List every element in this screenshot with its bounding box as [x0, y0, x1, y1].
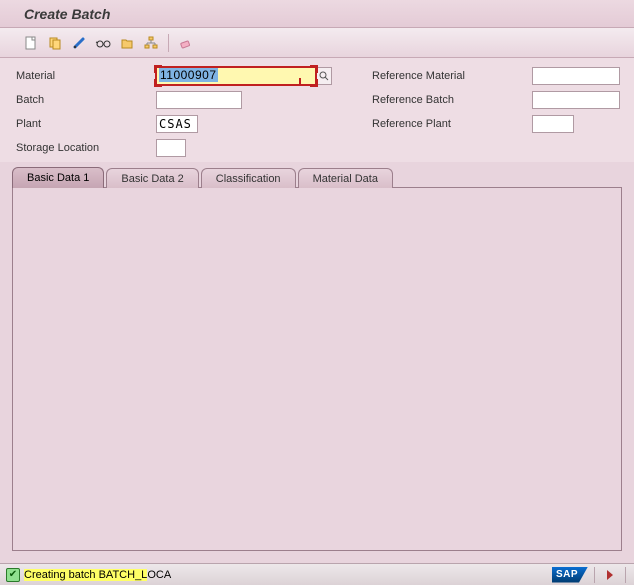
ref-material-label: Reference Material: [372, 70, 532, 82]
status-message: Creating batch BATCH_LOCA: [24, 569, 171, 581]
material-input[interactable]: 11000907: [156, 67, 316, 85]
sap-logo-text: SAP: [552, 567, 588, 583]
material-field-wrap: 11000907: [156, 67, 332, 85]
tabstrip: Basic Data 1 Basic Data 2 Classification…: [12, 166, 622, 188]
session-indicator-icon[interactable]: [607, 570, 613, 580]
page-title: Create Batch: [24, 6, 622, 22]
tab-material-data[interactable]: Material Data: [298, 168, 393, 188]
tab-basic-data-2[interactable]: Basic Data 2: [106, 168, 198, 188]
ref-material-input[interactable]: [532, 67, 620, 85]
toolbar-separator: [168, 34, 169, 52]
pencil-icon: [72, 36, 86, 50]
status-separator: [625, 567, 626, 583]
title-bar: Create Batch: [0, 0, 634, 28]
form-area: Material 11000907 Batch Plant Storage Lo…: [0, 58, 634, 162]
ref-batch-label: Reference Batch: [372, 94, 532, 106]
status-success-icon: ✔: [6, 568, 20, 582]
storage-location-input[interactable]: [156, 139, 186, 157]
ref-plant-label: Reference Plant: [372, 118, 532, 130]
material-label: Material: [16, 70, 156, 82]
open-folder-icon: [120, 36, 134, 50]
status-bar: ✔ Creating batch BATCH_LOCA SAP: [0, 563, 634, 585]
eraser-icon: [179, 36, 193, 50]
ref-plant-input[interactable]: [532, 115, 574, 133]
new-button[interactable]: [20, 33, 42, 53]
glasses-icon: [95, 36, 111, 50]
plant-input[interactable]: [156, 115, 198, 133]
display-button[interactable]: [92, 33, 114, 53]
ref-batch-input[interactable]: [532, 91, 620, 109]
copy-icon: [48, 36, 62, 50]
status-message-highlight: Creating batch BATCH_L: [24, 569, 147, 581]
copy-button[interactable]: [44, 33, 66, 53]
tab-content-area: [12, 187, 622, 551]
eraser-button[interactable]: [175, 33, 197, 53]
open-button[interactable]: [116, 33, 138, 53]
hierarchy-icon: [144, 36, 158, 50]
hierarchy-button[interactable]: [140, 33, 162, 53]
material-search-help-button[interactable]: [316, 67, 332, 85]
sap-logo: SAP: [552, 567, 588, 583]
storage-location-label: Storage Location: [16, 142, 156, 154]
tab-basic-data-1[interactable]: Basic Data 1: [12, 167, 104, 188]
form-column-right: Reference Material Reference Batch Refer…: [372, 66, 620, 158]
batch-input[interactable]: [156, 91, 242, 109]
tab-classification[interactable]: Classification: [201, 168, 296, 188]
tabstrip-border: [395, 187, 622, 188]
change-button[interactable]: [68, 33, 90, 53]
batch-label: Batch: [16, 94, 156, 106]
toolbar: [0, 28, 634, 58]
material-value: 11000907: [159, 68, 218, 82]
search-help-icon: [319, 71, 329, 81]
status-separator: [594, 567, 595, 583]
status-message-tail: OCA: [147, 569, 171, 581]
form-column-left: Material 11000907 Batch Plant Storage Lo…: [16, 66, 332, 158]
new-document-icon: [24, 36, 38, 50]
plant-label: Plant: [16, 118, 156, 130]
